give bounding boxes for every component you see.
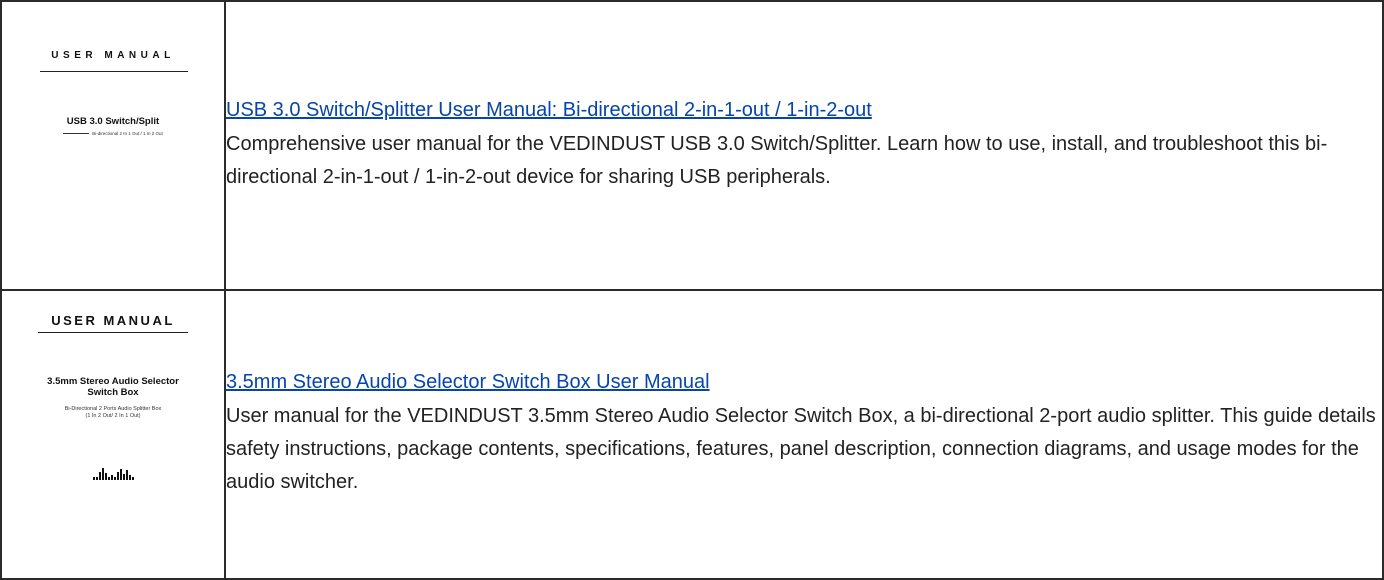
cover-divider [40, 71, 188, 72]
cover-subtitle-dash [63, 133, 90, 135]
manual-title-link[interactable]: USB 3.0 Switch/Splitter User Manual: Bi-… [226, 98, 1382, 122]
table-row: USER MANUAL USB 3.0 Switch/Split Bi-dire… [0, 0, 1384, 291]
cover-title: 3.5mm Stereo Audio Selector Switch Box [2, 376, 224, 398]
thumbnail-cell: USER MANUAL 3.5mm Stereo Audio Selector … [0, 289, 226, 580]
manual-description: Comprehensive user manual for the VEDIND… [226, 132, 1328, 188]
manual-listing-table: USER MANUAL USB 3.0 Switch/Split Bi-dire… [0, 0, 1384, 580]
cover-subtitle: Bi-directional 2 In 1 Out / 1 In 2 Out [92, 131, 163, 136]
thumbnail-cell: USER MANUAL USB 3.0 Switch/Split Bi-dire… [0, 0, 226, 291]
cover-subtitle-line: (1 In 2 Out/ 2 In 1 Out) [85, 413, 141, 419]
cover-heading: USER MANUAL [51, 313, 175, 328]
cover-divider [38, 332, 188, 333]
item-text-cell: USB 3.0 Switch/Splitter User Manual: Bi-… [224, 0, 1384, 291]
manual-title-link[interactable]: 3.5mm Stereo Audio Selector Switch Box U… [226, 370, 1382, 394]
cover-title: USB 3.0 Switch/Split [66, 116, 160, 127]
item-text-cell: 3.5mm Stereo Audio Selector Switch Box U… [224, 289, 1384, 580]
cover-subtitle-group: Bi-directional 2 In 1 Out / 1 In 2 Out [2, 131, 224, 136]
manual-cover-thumbnail[interactable]: USER MANUAL 3.5mm Stereo Audio Selector … [2, 292, 224, 577]
manual-cover-thumbnail[interactable]: USER MANUAL USB 3.0 Switch/Split Bi-dire… [2, 3, 224, 288]
cover-subtitle-line: Bi-Directional 2 Ports Audio Splitter Bo… [64, 406, 162, 412]
manual-description: User manual for the VEDINDUST 3.5mm Ster… [226, 405, 1376, 493]
cover-subtitle: Bi-Directional 2 Ports Audio Splitter Bo… [2, 406, 224, 420]
table-row: USER MANUAL 3.5mm Stereo Audio Selector … [0, 289, 1384, 580]
cover-title-line: Switch Box [87, 387, 139, 398]
audio-level-bars-logo-icon [93, 468, 134, 480]
cover-heading: USER MANUAL [51, 50, 175, 61]
cover-title-line: 3.5mm Stereo Audio Selector [47, 376, 179, 387]
